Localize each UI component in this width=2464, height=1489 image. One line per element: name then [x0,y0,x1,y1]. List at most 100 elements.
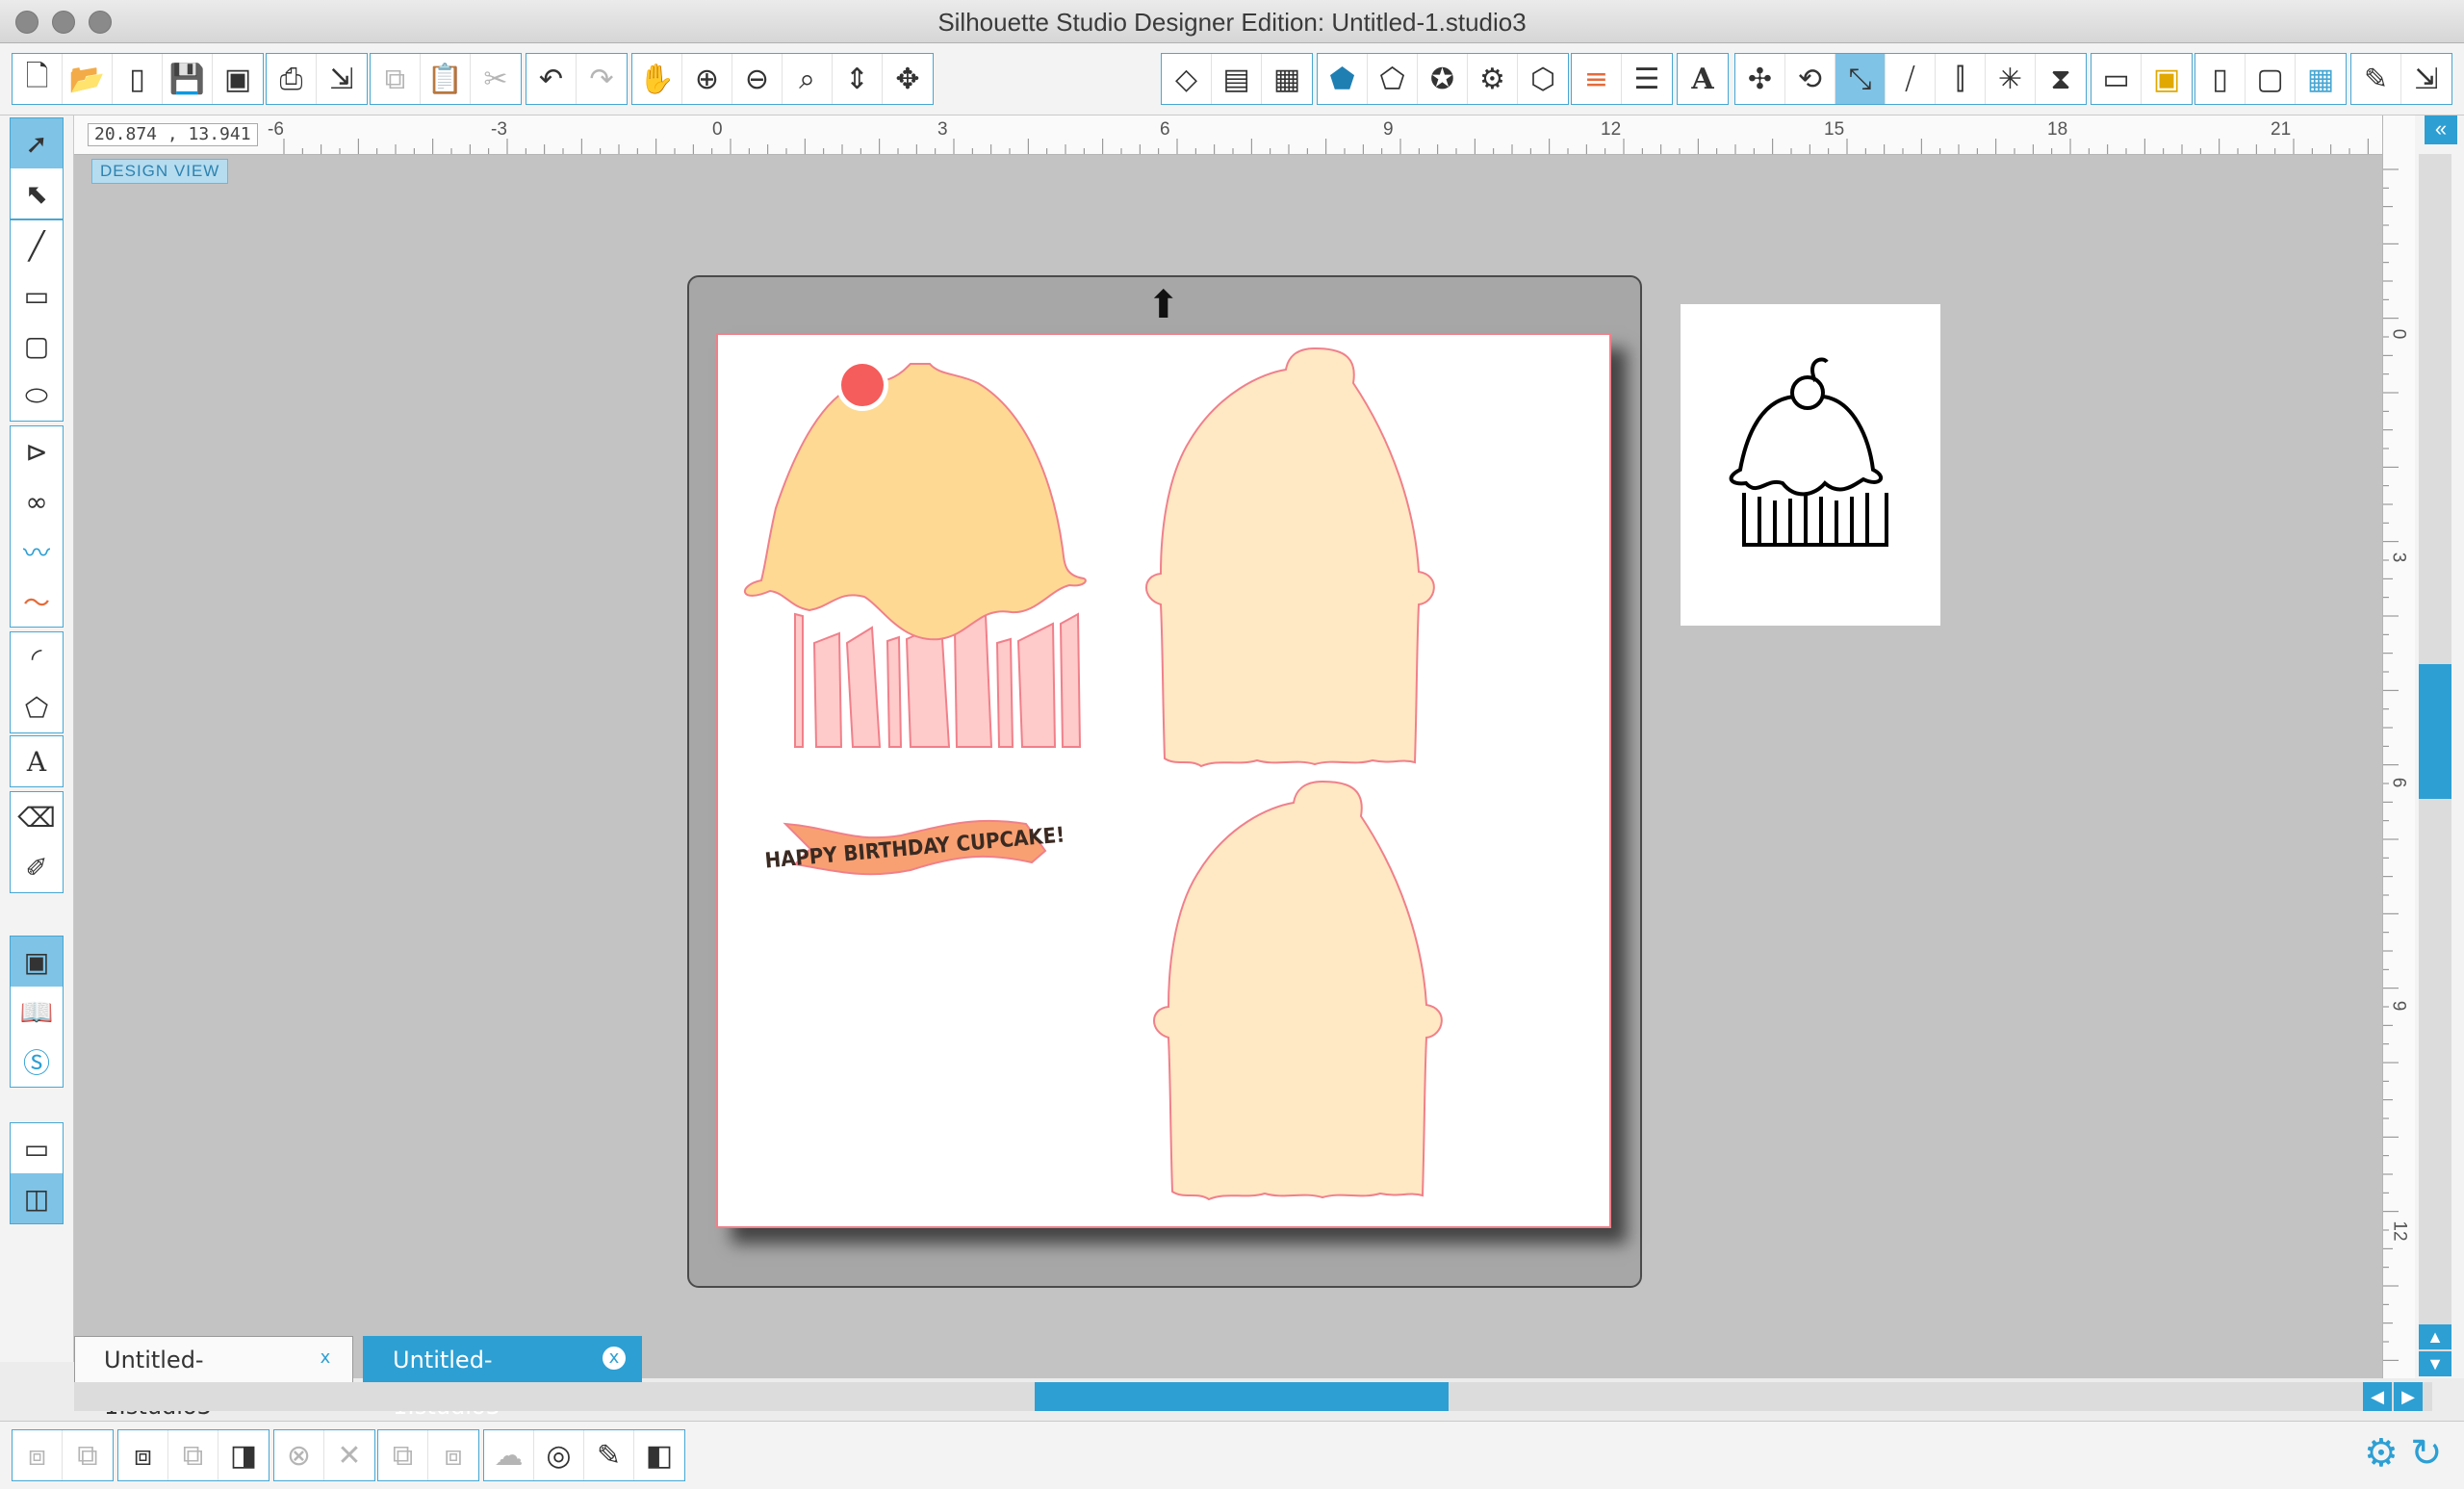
line-style-icon[interactable]: ☰ [1622,54,1672,104]
polygon-icon[interactable]: ⬡ [1518,54,1568,104]
zoom-out-icon[interactable]: ⊖ [732,54,783,104]
rectangle-tool-icon[interactable]: ▭ [11,270,63,321]
cupcake-base[interactable] [1145,347,1435,768]
modify-icon[interactable]: ⧗ [2036,54,2086,104]
scroll-right-arrow-icon[interactable]: ▶ [2394,1382,2423,1411]
vertical-ruler: 0 3 6 9 12 [2382,116,2416,1378]
vertical-scroll-thumb[interactable] [2419,664,2451,799]
ellipse-tool-icon[interactable]: ⬭ [11,371,63,421]
cupcake-frosting[interactable] [743,363,1087,641]
copy-icon[interactable]: ⧉ [371,54,421,104]
open-icon[interactable]: 📂 [63,54,113,104]
pan-icon[interactable]: ✋ [632,54,682,104]
tab-document-2[interactable]: Untitled-1.studio3 x [363,1336,642,1420]
make-compound-path-icon[interactable]: ⧈ [118,1430,168,1480]
curve-tool-icon[interactable]: ∞ [11,476,63,526]
expand-panel-button[interactable]: « [2425,116,2457,144]
trace-icon[interactable]: ▣ [2142,54,2192,104]
replicate-icon[interactable]: ✳ [1986,54,2036,104]
edit-points-icon[interactable]: ⬉ [11,168,63,218]
horizontal-scroll-thumb[interactable] [1035,1382,1449,1411]
silhouette-store-icon[interactable]: Ⓢ [11,1037,63,1087]
text-tool-icon[interactable]: A [11,736,63,786]
close-tab-icon[interactable]: x [314,1347,337,1370]
knife-tool-icon[interactable]: ✐ [11,842,63,892]
release-compound-path-icon[interactable]: ⧉ [168,1430,218,1480]
cut-icon[interactable]: ✂ [471,54,521,104]
gradient-fill-icon[interactable]: ▤ [1212,54,1262,104]
close-tab-icon[interactable]: x [603,1347,626,1370]
weld-icon[interactable]: ⊗ [274,1430,324,1480]
sketch-icon[interactable]: ✎ [2351,54,2401,104]
align-icon[interactable]: ⫿ [1936,54,1986,104]
rotate-icon[interactable]: ⟲ [1785,54,1835,104]
delete-icon[interactable]: ✕ [324,1430,374,1480]
send-to-cutter-icon[interactable]: ⇲ [317,54,367,104]
send-icon[interactable]: ⇲ [2401,54,2451,104]
sync-icon[interactable]: ↻ [2410,1431,2443,1476]
mirror-icon[interactable]: ⧈ [428,1430,478,1480]
open-library-icon[interactable]: ▯ [113,54,163,104]
ungroup-icon[interactable]: ⧉ [63,1430,113,1480]
select-arrow-icon[interactable]: ➚ [11,118,63,168]
settings-gear-icon[interactable]: ⚙ [2364,1431,2399,1476]
spiral-icon[interactable]: ⬠ [1368,54,1418,104]
tab-document-1[interactable]: Untitled-1.studio3 x [74,1336,353,1420]
freehand-tool-icon[interactable]: 〰 [11,526,63,577]
scroll-left-arrow-icon[interactable]: ◀ [2363,1382,2392,1411]
scroll-down-arrow-icon[interactable]: ▼ [2419,1351,2451,1376]
save-to-library-icon[interactable]: ▣ [213,54,263,104]
page-paper[interactable]: HAPPY BIRTHDAY CUPCAKE! [716,333,1611,1228]
scale-icon[interactable]: ⤡ [1835,54,1886,104]
save-icon[interactable]: 💾 [163,54,213,104]
line-color-icon[interactable]: ≡ [1572,54,1622,104]
rounded-rectangle-tool-icon[interactable]: ▢ [11,321,63,371]
layer-icon[interactable]: ◧ [634,1430,684,1480]
new-document-icon[interactable]: 🗋 [13,54,63,104]
regular-polygon-tool-icon[interactable]: ⬠ [11,682,63,732]
single-window-icon[interactable]: ▭ [11,1123,63,1173]
paste-icon[interactable]: 📋 [421,54,471,104]
arc-tool-icon[interactable]: ◜ [11,632,63,682]
grid-icon[interactable]: ▦ [2296,54,2346,104]
zoom-drag-icon[interactable]: ⇕ [833,54,883,104]
duplicate-icon[interactable]: ⧉ [378,1430,428,1480]
preview-panel[interactable] [1681,304,1940,626]
polygon-tool-icon[interactable]: ⊳ [11,426,63,476]
cut-settings-icon[interactable]: ▢ [2246,54,2296,104]
knife-icon[interactable]: ✎ [584,1430,634,1480]
cupcake-base[interactable] [1153,780,1443,1201]
ruler-label: 9 [2388,1000,2409,1012]
print-icon[interactable]: ⎙ [267,54,317,104]
offset-icon[interactable]: ▭ [2092,54,2142,104]
library-icon[interactable]: 📖 [11,987,63,1037]
scroll-up-arrow-icon[interactable]: ▲ [2419,1324,2451,1349]
shape-icon[interactable]: ☁ [484,1430,534,1480]
bring-to-front-icon[interactable]: ◨ [218,1430,269,1480]
text-style-icon[interactable]: A [1678,54,1728,104]
undo-icon[interactable]: ↶ [526,54,577,104]
zoom-in-icon[interactable]: ⊕ [682,54,732,104]
smooth-freehand-tool-icon[interactable]: 〜 [11,577,63,627]
fit-to-page-icon[interactable]: ✥ [883,54,933,104]
shape-gear-icon[interactable]: ⚙ [1468,54,1518,104]
split-window-icon[interactable]: ◫ [11,1173,63,1223]
zoom-select-icon[interactable]: ⌕ [783,54,833,104]
pentagon-icon[interactable]: ⬟ [1318,54,1368,104]
feed-direction-arrow-icon: ⬆ [1147,284,1180,326]
page-setup-icon[interactable]: ▯ [2195,54,2246,104]
cupcake-cherry[interactable] [841,364,884,406]
shear-icon[interactable]: ⧸ [1886,54,1936,104]
horizontal-ruler: 20.874 , 13.941 -6 -3 0 3 6 9 12 15 18 2… [74,116,2382,155]
line-tool-icon[interactable]: ╱ [11,220,63,270]
transform-icon[interactable]: ✣ [1735,54,1785,104]
fill-color-icon[interactable]: ◇ [1162,54,1212,104]
star-icon[interactable]: ✪ [1418,54,1468,104]
ruler-label: 3 [937,119,948,140]
offset-rings-icon[interactable]: ◎ [534,1430,584,1480]
pattern-fill-icon[interactable]: ▦ [1262,54,1312,104]
redo-icon[interactable]: ↷ [577,54,627,104]
group-icon[interactable]: ⧈ [13,1430,63,1480]
eraser-tool-icon[interactable]: ⌫ [11,792,63,842]
design-view-icon[interactable]: ▣ [11,937,63,987]
